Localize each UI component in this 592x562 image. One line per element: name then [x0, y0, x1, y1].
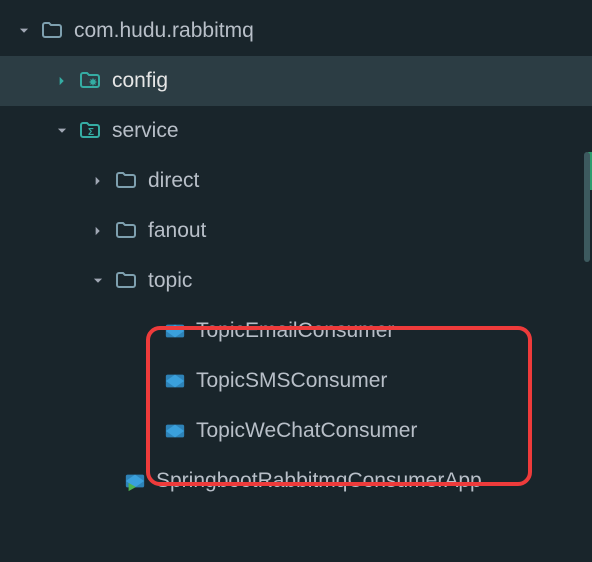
svg-text:Σ: Σ	[88, 127, 94, 138]
tree-item-topic-wechat-consumer[interactable]: TopicWeChatConsumer	[0, 406, 592, 456]
folder-icon	[114, 269, 138, 293]
chevron-down-icon	[14, 21, 34, 41]
tree-item-topic-email-consumer[interactable]: TopicEmailConsumer	[0, 306, 592, 356]
tree-item-service[interactable]: Σ service	[0, 106, 592, 156]
tree-item-label: direct	[148, 169, 199, 193]
tree-item-label: topic	[148, 269, 192, 293]
class-icon	[164, 420, 186, 442]
scrollbar-thumb[interactable]	[584, 152, 590, 262]
tree-item-springboot-app[interactable]: SpringbootRabbitmqConsumerApp	[0, 456, 592, 506]
folder-icon	[114, 219, 138, 243]
project-tree: com.hudu.rabbitmq config Σ service	[0, 0, 592, 506]
chevron-down-icon	[88, 271, 108, 291]
tree-item-package-root[interactable]: com.hudu.rabbitmq	[0, 6, 592, 56]
tree-item-topic-sms-consumer[interactable]: TopicSMSConsumer	[0, 356, 592, 406]
chevron-right-icon	[52, 71, 72, 91]
folder-gear-icon	[78, 69, 102, 93]
tree-item-label: config	[112, 69, 168, 93]
chevron-right-icon	[88, 221, 108, 241]
folder-service-icon: Σ	[78, 119, 102, 143]
tree-item-direct[interactable]: direct	[0, 156, 592, 206]
tree-item-label: SpringbootRabbitmqConsumerApp	[156, 469, 482, 493]
class-icon	[164, 370, 186, 392]
chevron-right-icon	[88, 171, 108, 191]
tree-item-config[interactable]: config	[0, 56, 592, 106]
tree-item-label: TopicSMSConsumer	[196, 369, 387, 393]
folder-icon	[114, 169, 138, 193]
chevron-down-icon	[52, 121, 72, 141]
tree-item-topic[interactable]: topic	[0, 256, 592, 306]
spring-run-icon	[124, 470, 146, 492]
class-icon	[164, 320, 186, 342]
tree-item-label: fanout	[148, 219, 206, 243]
tree-item-fanout[interactable]: fanout	[0, 206, 592, 256]
tree-item-label: com.hudu.rabbitmq	[74, 19, 254, 43]
folder-icon	[40, 19, 64, 43]
tree-item-label: service	[112, 119, 179, 143]
tree-item-label: TopicEmailConsumer	[196, 319, 394, 343]
tree-item-label: TopicWeChatConsumer	[196, 419, 417, 443]
